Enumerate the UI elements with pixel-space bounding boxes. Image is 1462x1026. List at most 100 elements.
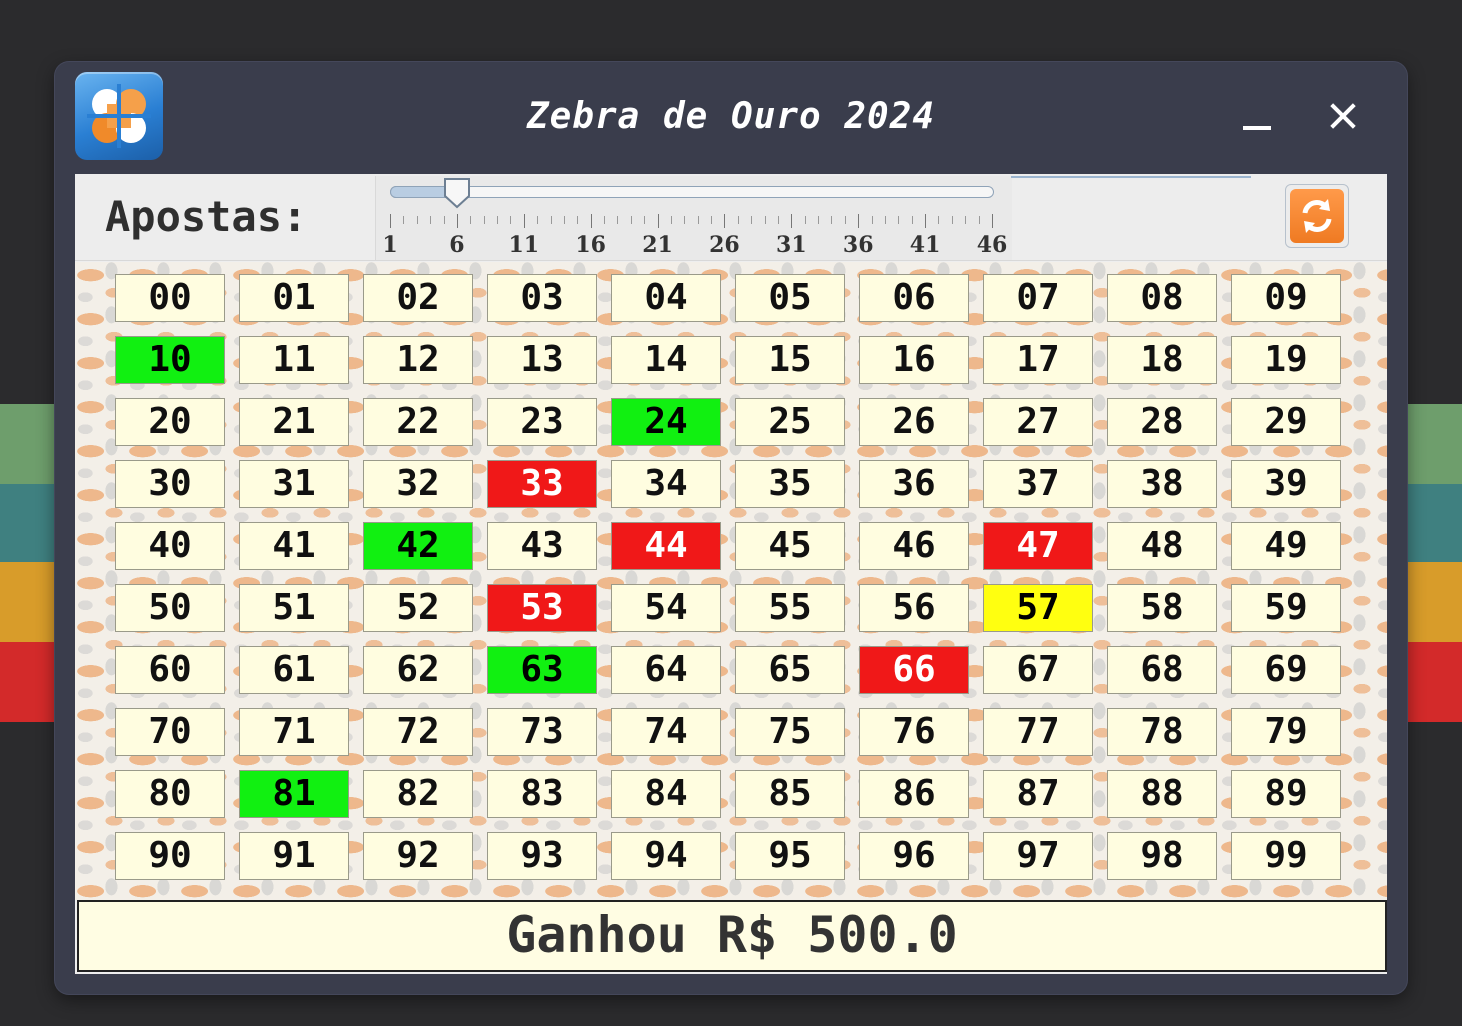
number-cell-97[interactable]: 97 xyxy=(983,832,1093,880)
number-cell-48[interactable]: 48 xyxy=(1107,522,1217,570)
number-cell-45[interactable]: 45 xyxy=(735,522,845,570)
number-cell-23[interactable]: 23 xyxy=(487,398,597,446)
number-cell-66[interactable]: 66 xyxy=(859,646,969,694)
number-cell-03[interactable]: 03 xyxy=(487,274,597,322)
number-cell-53[interactable]: 53 xyxy=(487,584,597,632)
number-cell-64[interactable]: 64 xyxy=(611,646,721,694)
number-cell-05[interactable]: 05 xyxy=(735,274,845,322)
number-cell-81[interactable]: 81 xyxy=(239,770,349,818)
number-cell-09[interactable]: 09 xyxy=(1231,274,1341,322)
number-cell-87[interactable]: 87 xyxy=(983,770,1093,818)
number-cell-18[interactable]: 18 xyxy=(1107,336,1217,384)
number-cell-17[interactable]: 17 xyxy=(983,336,1093,384)
number-cell-01[interactable]: 01 xyxy=(239,274,349,322)
number-cell-39[interactable]: 39 xyxy=(1231,460,1341,508)
number-cell-37[interactable]: 37 xyxy=(983,460,1093,508)
number-cell-40[interactable]: 40 xyxy=(115,522,225,570)
number-cell-59[interactable]: 59 xyxy=(1231,584,1341,632)
number-cell-65[interactable]: 65 xyxy=(735,646,845,694)
number-cell-10[interactable]: 10 xyxy=(115,336,225,384)
number-cell-50[interactable]: 50 xyxy=(115,584,225,632)
number-cell-52[interactable]: 52 xyxy=(363,584,473,632)
number-cell-91[interactable]: 91 xyxy=(239,832,349,880)
number-cell-90[interactable]: 90 xyxy=(115,832,225,880)
number-cell-28[interactable]: 28 xyxy=(1107,398,1217,446)
number-cell-93[interactable]: 93 xyxy=(487,832,597,880)
number-cell-99[interactable]: 99 xyxy=(1231,832,1341,880)
number-cell-72[interactable]: 72 xyxy=(363,708,473,756)
number-cell-78[interactable]: 78 xyxy=(1107,708,1217,756)
number-cell-74[interactable]: 74 xyxy=(611,708,721,756)
apostas-slider[interactable]: 1 6 11 16 21 26 31 36 41 46 xyxy=(375,176,1012,260)
refresh-button[interactable] xyxy=(1285,184,1349,248)
number-cell-80[interactable]: 80 xyxy=(115,770,225,818)
number-cell-79[interactable]: 79 xyxy=(1231,708,1341,756)
number-cell-32[interactable]: 32 xyxy=(363,460,473,508)
number-cell-26[interactable]: 26 xyxy=(859,398,969,446)
number-cell-44[interactable]: 44 xyxy=(611,522,721,570)
number-cell-88[interactable]: 88 xyxy=(1107,770,1217,818)
number-cell-30[interactable]: 30 xyxy=(115,460,225,508)
number-cell-21[interactable]: 21 xyxy=(239,398,349,446)
number-cell-70[interactable]: 70 xyxy=(115,708,225,756)
number-cell-13[interactable]: 13 xyxy=(487,336,597,384)
number-cell-27[interactable]: 27 xyxy=(983,398,1093,446)
number-cell-75[interactable]: 75 xyxy=(735,708,845,756)
number-cell-63[interactable]: 63 xyxy=(487,646,597,694)
number-cell-95[interactable]: 95 xyxy=(735,832,845,880)
number-cell-42[interactable]: 42 xyxy=(363,522,473,570)
number-cell-55[interactable]: 55 xyxy=(735,584,845,632)
number-cell-67[interactable]: 67 xyxy=(983,646,1093,694)
number-cell-16[interactable]: 16 xyxy=(859,336,969,384)
number-cell-04[interactable]: 04 xyxy=(611,274,721,322)
number-cell-31[interactable]: 31 xyxy=(239,460,349,508)
number-cell-69[interactable]: 69 xyxy=(1231,646,1341,694)
minimize-button[interactable] xyxy=(1235,94,1279,138)
number-cell-38[interactable]: 38 xyxy=(1107,460,1217,508)
number-cell-02[interactable]: 02 xyxy=(363,274,473,322)
number-cell-83[interactable]: 83 xyxy=(487,770,597,818)
number-cell-56[interactable]: 56 xyxy=(859,584,969,632)
number-cell-07[interactable]: 07 xyxy=(983,274,1093,322)
number-cell-84[interactable]: 84 xyxy=(611,770,721,818)
number-cell-82[interactable]: 82 xyxy=(363,770,473,818)
number-cell-68[interactable]: 68 xyxy=(1107,646,1217,694)
number-cell-15[interactable]: 15 xyxy=(735,336,845,384)
number-cell-14[interactable]: 14 xyxy=(611,336,721,384)
number-cell-89[interactable]: 89 xyxy=(1231,770,1341,818)
number-cell-98[interactable]: 98 xyxy=(1107,832,1217,880)
number-cell-35[interactable]: 35 xyxy=(735,460,845,508)
number-cell-51[interactable]: 51 xyxy=(239,584,349,632)
slider-thumb[interactable] xyxy=(442,176,472,210)
number-cell-11[interactable]: 11 xyxy=(239,336,349,384)
number-cell-24[interactable]: 24 xyxy=(611,398,721,446)
number-cell-54[interactable]: 54 xyxy=(611,584,721,632)
number-cell-06[interactable]: 06 xyxy=(859,274,969,322)
number-cell-49[interactable]: 49 xyxy=(1231,522,1341,570)
slider-track[interactable] xyxy=(390,186,994,198)
number-cell-29[interactable]: 29 xyxy=(1231,398,1341,446)
number-cell-25[interactable]: 25 xyxy=(735,398,845,446)
number-cell-20[interactable]: 20 xyxy=(115,398,225,446)
number-cell-58[interactable]: 58 xyxy=(1107,584,1217,632)
number-cell-77[interactable]: 77 xyxy=(983,708,1093,756)
number-cell-92[interactable]: 92 xyxy=(363,832,473,880)
number-cell-61[interactable]: 61 xyxy=(239,646,349,694)
number-cell-62[interactable]: 62 xyxy=(363,646,473,694)
number-cell-34[interactable]: 34 xyxy=(611,460,721,508)
number-cell-57[interactable]: 57 xyxy=(983,584,1093,632)
number-cell-12[interactable]: 12 xyxy=(363,336,473,384)
number-cell-43[interactable]: 43 xyxy=(487,522,597,570)
number-cell-73[interactable]: 73 xyxy=(487,708,597,756)
number-cell-00[interactable]: 00 xyxy=(115,274,225,322)
close-button[interactable] xyxy=(1321,94,1365,138)
number-cell-85[interactable]: 85 xyxy=(735,770,845,818)
number-cell-71[interactable]: 71 xyxy=(239,708,349,756)
number-cell-19[interactable]: 19 xyxy=(1231,336,1341,384)
number-cell-36[interactable]: 36 xyxy=(859,460,969,508)
number-cell-76[interactable]: 76 xyxy=(859,708,969,756)
number-cell-33[interactable]: 33 xyxy=(487,460,597,508)
number-cell-60[interactable]: 60 xyxy=(115,646,225,694)
number-cell-96[interactable]: 96 xyxy=(859,832,969,880)
number-cell-41[interactable]: 41 xyxy=(239,522,349,570)
